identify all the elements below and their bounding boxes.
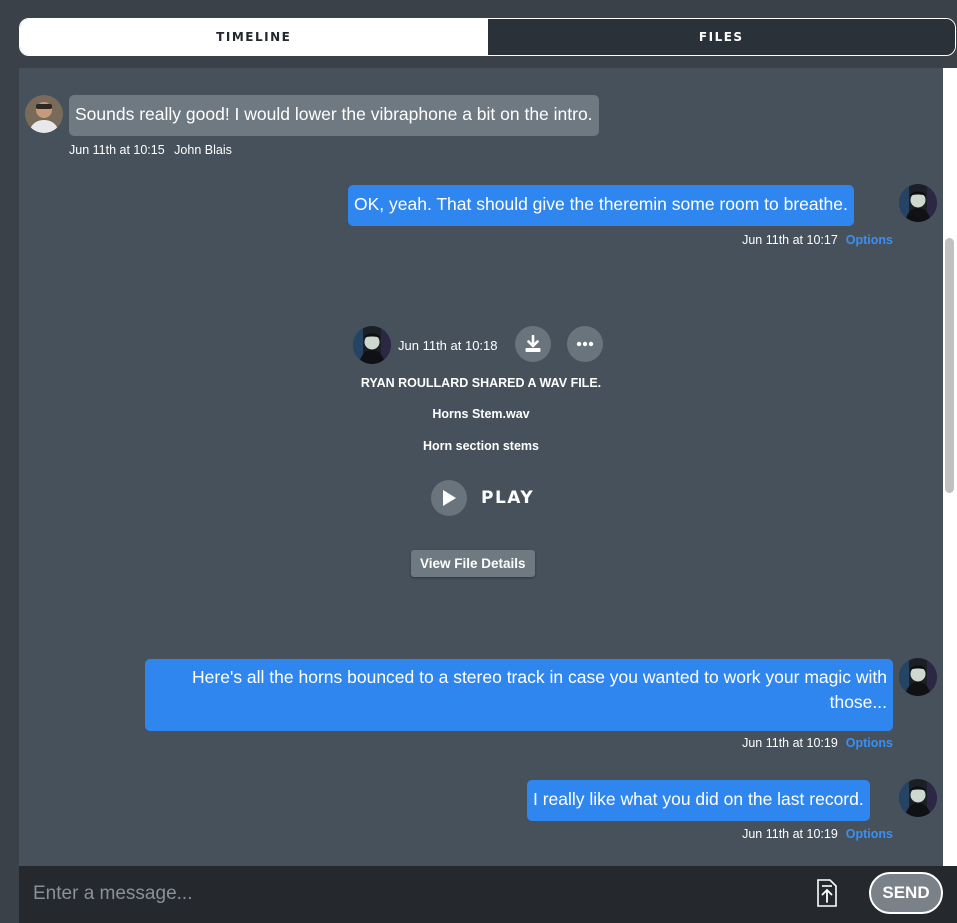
message-timestamp: Jun 11th at 10:15 (69, 143, 165, 157)
play-label[interactable]: PLAY (481, 488, 534, 508)
message-bubble: I really like what you did on the last r… (527, 780, 870, 821)
message-timestamp: Jun 11th at 10:19 (742, 736, 838, 750)
play-icon (443, 490, 456, 506)
view-tabs: TIMELINE FILES (19, 18, 956, 56)
file-description: Horn section stems (422, 439, 539, 453)
view-file-details-button[interactable]: View File Details (411, 550, 535, 577)
file-name: Horns Stem.wav (432, 407, 530, 421)
upload-file-icon[interactable] (816, 878, 838, 908)
message-meta: Jun 11th at 10:19 Options (693, 827, 893, 841)
message-meta: Jun 11th at 10:17 Options (717, 233, 893, 247)
message-bubble: Sounds really good! I would lower the vi… (69, 95, 599, 136)
play-button[interactable] (431, 480, 467, 516)
user-avatar-ryan (899, 184, 937, 222)
file-share-timestamp: Jun 11th at 10:18 (398, 338, 498, 353)
message-meta: Jun 11th at 10:19 Options (693, 736, 893, 750)
send-button[interactable]: SEND (869, 872, 943, 914)
message-timestamp: Jun 11th at 10:17 (742, 233, 838, 247)
file-shared-notice: RYAN ROULLARD SHARED A WAV FILE. (360, 376, 602, 390)
scrollbar-thumb[interactable] (945, 238, 954, 493)
user-avatar-ryan (899, 658, 937, 696)
message-timestamp: Jun 11th at 10:19 (742, 827, 838, 841)
user-avatar-john (25, 95, 63, 133)
message-meta: Jun 11th at 10:15 John Blais (69, 143, 232, 157)
top-bar: TIMELINE FILES (0, 0, 957, 68)
message-bubble: Here's all the horns bounced to a stereo… (145, 659, 893, 731)
more-options-button[interactable] (567, 326, 603, 362)
message-bubble: OK, yeah. That should give the theremin … (348, 185, 854, 226)
message-input[interactable] (33, 879, 793, 909)
more-options-icon (576, 341, 594, 347)
user-avatar-ryan (353, 326, 391, 364)
options-link[interactable]: Options (846, 233, 893, 247)
tab-timeline[interactable]: TIMELINE (20, 19, 488, 55)
options-link[interactable]: Options (846, 827, 893, 841)
message-author: John Blais (174, 143, 232, 157)
download-icon (525, 335, 541, 352)
download-button[interactable] (515, 326, 551, 362)
tab-files[interactable]: FILES (487, 19, 955, 55)
user-avatar-ryan (899, 779, 937, 817)
message-composer: SEND (19, 866, 957, 923)
chat-timeline[interactable]: Sounds really good! I would lower the vi… (19, 68, 943, 866)
options-link[interactable]: Options (846, 736, 893, 750)
